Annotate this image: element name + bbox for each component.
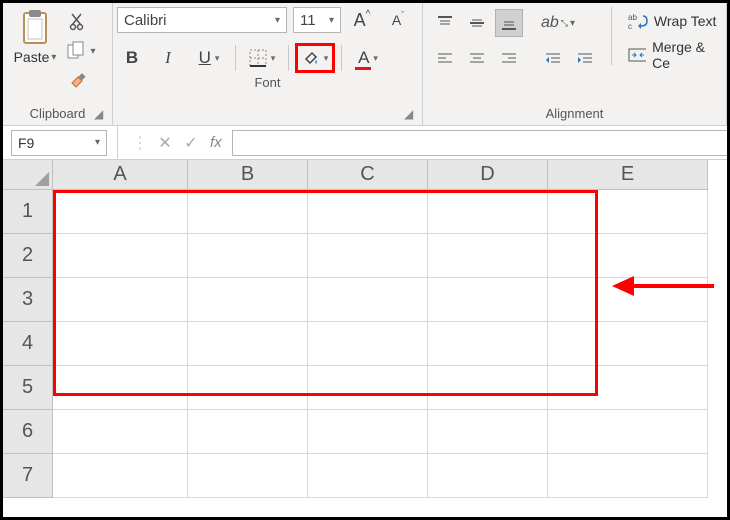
- clipboard-icon: [17, 7, 53, 47]
- name-box[interactable]: F9▾: [11, 130, 107, 156]
- cell[interactable]: [308, 190, 428, 234]
- cell[interactable]: [53, 454, 188, 498]
- column-header[interactable]: B: [188, 160, 308, 190]
- cell[interactable]: [188, 322, 308, 366]
- cell[interactable]: [53, 410, 188, 454]
- align-right-button[interactable]: [495, 45, 523, 73]
- cell[interactable]: [188, 234, 308, 278]
- bold-button[interactable]: B: [117, 43, 147, 73]
- align-center-button[interactable]: [463, 45, 491, 73]
- formula-input[interactable]: [232, 130, 727, 156]
- borders-button[interactable]: ▾: [242, 43, 282, 73]
- cell[interactable]: [548, 190, 708, 234]
- cell[interactable]: [188, 454, 308, 498]
- clipboard-group: Paste▾ ▾ Clipboard ◢: [3, 3, 113, 125]
- cell[interactable]: [548, 454, 708, 498]
- row-header[interactable]: 6: [3, 410, 53, 454]
- cell[interactable]: [308, 322, 428, 366]
- svg-text:c: c: [628, 22, 632, 30]
- format-painter-button[interactable]: [65, 69, 91, 93]
- font-group-label: Font: [113, 73, 422, 94]
- orientation-button[interactable]: ab⤡▾: [539, 9, 577, 37]
- cut-button[interactable]: [65, 9, 91, 33]
- merge-center-button[interactable]: Merge & Ce: [628, 41, 720, 69]
- increase-font-button[interactable]: A^: [347, 5, 377, 35]
- cell-grid[interactable]: [53, 190, 708, 498]
- font-color-button[interactable]: A▾: [348, 43, 388, 73]
- align-top-button[interactable]: [431, 9, 459, 37]
- copy-button[interactable]: ▾: [65, 39, 97, 63]
- cell[interactable]: [188, 366, 308, 410]
- cell[interactable]: [188, 278, 308, 322]
- cell[interactable]: [428, 454, 548, 498]
- column-header[interactable]: C: [308, 160, 428, 190]
- cell[interactable]: [428, 366, 548, 410]
- cell[interactable]: [548, 366, 708, 410]
- svg-text:ab: ab: [628, 13, 637, 22]
- cell[interactable]: [548, 234, 708, 278]
- cell[interactable]: [428, 190, 548, 234]
- cell[interactable]: [53, 322, 188, 366]
- alignment-group-label: Alignment: [423, 104, 726, 125]
- align-middle-button[interactable]: [463, 9, 491, 37]
- cell[interactable]: [548, 410, 708, 454]
- row-header[interactable]: 2: [3, 234, 53, 278]
- cell[interactable]: [53, 190, 188, 234]
- paste-label: Paste: [14, 49, 50, 65]
- cell[interactable]: [53, 366, 188, 410]
- font-size-combo[interactable]: 11▾: [293, 7, 341, 33]
- fx-label[interactable]: fx: [210, 134, 222, 151]
- cell[interactable]: [428, 278, 548, 322]
- clipboard-dialog-launcher[interactable]: ◢: [94, 107, 108, 121]
- align-left-button[interactable]: [431, 45, 459, 73]
- decrease-indent-button[interactable]: [539, 45, 567, 73]
- column-header[interactable]: E: [548, 160, 708, 190]
- row-header[interactable]: 1: [3, 190, 53, 234]
- cell[interactable]: [53, 234, 188, 278]
- formula-bar: F9▾ ⋮ ✕ ✓ fx: [3, 126, 727, 160]
- cell[interactable]: [548, 278, 708, 322]
- decrease-font-button[interactable]: Aˇ: [383, 5, 413, 35]
- italic-button[interactable]: I: [153, 43, 183, 73]
- cell[interactable]: [428, 234, 548, 278]
- row-header[interactable]: 5: [3, 366, 53, 410]
- cell[interactable]: [308, 410, 428, 454]
- font-group: Calibri▾ 11▾ A^ Aˇ B I U▾ ▾ ▾: [113, 3, 423, 125]
- row-header[interactable]: 7: [3, 454, 53, 498]
- font-name-combo[interactable]: Calibri▾: [117, 7, 287, 33]
- font-dialog-launcher[interactable]: ◢: [404, 107, 418, 121]
- cell[interactable]: [548, 322, 708, 366]
- cell[interactable]: [308, 234, 428, 278]
- row-header[interactable]: 4: [3, 322, 53, 366]
- cell[interactable]: [188, 410, 308, 454]
- cell[interactable]: [428, 410, 548, 454]
- cell[interactable]: [428, 322, 548, 366]
- align-bottom-button[interactable]: [495, 9, 523, 37]
- cell[interactable]: [308, 278, 428, 322]
- cell[interactable]: [308, 366, 428, 410]
- row-header[interactable]: 3: [3, 278, 53, 322]
- enter-formula-button[interactable]: ✓: [178, 130, 204, 156]
- paste-button[interactable]: Paste▾: [9, 7, 61, 65]
- column-header[interactable]: D: [428, 160, 548, 190]
- cell[interactable]: [53, 278, 188, 322]
- cell[interactable]: [188, 190, 308, 234]
- cell[interactable]: [308, 454, 428, 498]
- fill-color-button[interactable]: ▾: [295, 43, 335, 73]
- select-all-corner[interactable]: [3, 160, 53, 190]
- alignment-group: ab⤡▾ abc Wrap Text: [423, 3, 727, 125]
- cancel-formula-button[interactable]: ✕: [152, 130, 178, 156]
- underline-button[interactable]: U▾: [189, 43, 229, 73]
- column-headers: ABCDE: [53, 160, 708, 190]
- column-header[interactable]: A: [53, 160, 188, 190]
- row-headers: 1234567: [3, 190, 53, 498]
- ribbon: Paste▾ ▾ Clipboard ◢ Calibri▾ 11▾: [3, 3, 727, 126]
- wrap-text-button[interactable]: abc Wrap Text: [628, 7, 720, 35]
- increase-indent-button[interactable]: [571, 45, 599, 73]
